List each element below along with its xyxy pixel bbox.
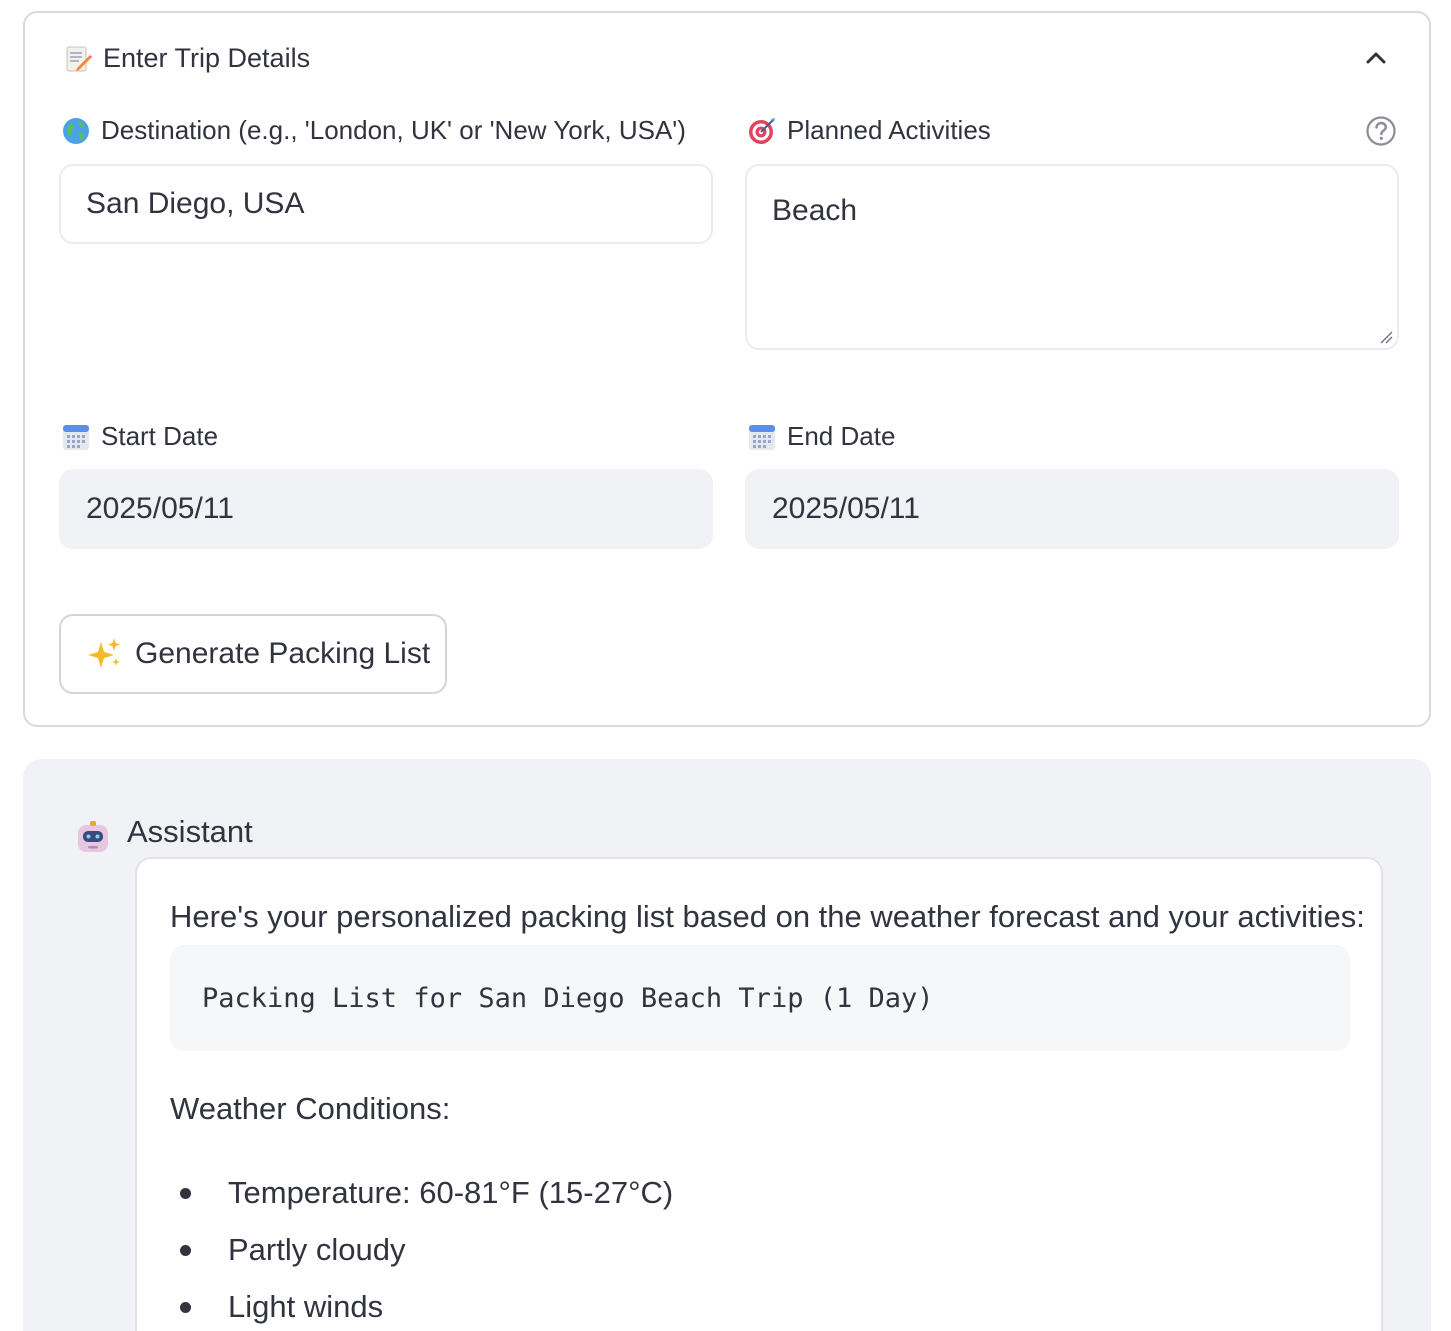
generate-button-label: Generate Packing List [135,637,431,670]
memo-icon [66,46,92,71]
intro-text: Here's your personalized packing list ba… [170,899,1365,934]
assistant-chat-message: Assistant Here's your personalized packi… [23,759,1431,1331]
weather-list: Temperature: 60-81°F (15-27°C) Partly cl… [170,1175,673,1331]
generate-packing-list-button[interactable]: Generate Packing List [59,614,447,694]
assistant-message-card: Here's your personalized packing list ba… [135,857,1383,1331]
start-date-label: Start Date [61,421,218,452]
activities-value: Beach [772,194,858,227]
expander-title: Enter Trip Details [103,43,311,73]
destination-label: Destination (e.g., 'London, UK' or 'New … [61,115,686,146]
help-icon[interactable] [1365,115,1397,147]
list-item: Light winds [170,1289,673,1331]
list-item: Temperature: 60-81°F (15-27°C) [170,1175,673,1232]
start-date-label-text: Start Date [101,421,219,451]
weather-heading: Weather Conditions: [170,1091,451,1126]
code-block: Packing List for San Diego Beach Trip (1… [170,945,1350,1051]
expander-header[interactable]: Enter Trip Details [63,43,310,74]
activities-label: Planned Activities [747,115,991,146]
assistant-role-label: Assistant [127,814,253,849]
destination-input[interactable]: San Diego, USA [59,164,713,244]
destination-label-text: Destination (e.g., 'London, UK' or 'New … [101,115,686,145]
activities-textarea[interactable]: Beach [745,164,1399,350]
calendar-icon [749,424,775,450]
list-item-text: Temperature: 60-81°F (15-27°C) [228,1175,674,1210]
bullet-icon [180,1245,191,1256]
calendar-icon [63,424,89,450]
sparkles-icon [88,638,120,668]
target-icon [749,117,775,144]
list-item-text: Partly cloudy [228,1232,406,1267]
list-item: Partly cloudy [170,1232,673,1289]
trip-details-expander: Enter Trip Details Destination (e.g., 'L… [23,11,1431,727]
end-date-input[interactable]: 2025/05/11 [745,469,1399,549]
robot-icon [78,821,108,852]
list-item-text: Light winds [228,1289,384,1324]
bullet-icon [180,1302,191,1313]
end-date-label-text: End Date [787,421,896,451]
start-date-input[interactable]: 2025/05/11 [59,469,713,549]
resize-handle-icon[interactable] [1379,330,1393,344]
end-date-label: End Date [747,421,895,452]
activities-label-text: Planned Activities [787,115,991,145]
chevron-up-icon[interactable] [1361,43,1391,73]
bullet-icon [180,1188,191,1199]
globe-icon [63,117,89,144]
